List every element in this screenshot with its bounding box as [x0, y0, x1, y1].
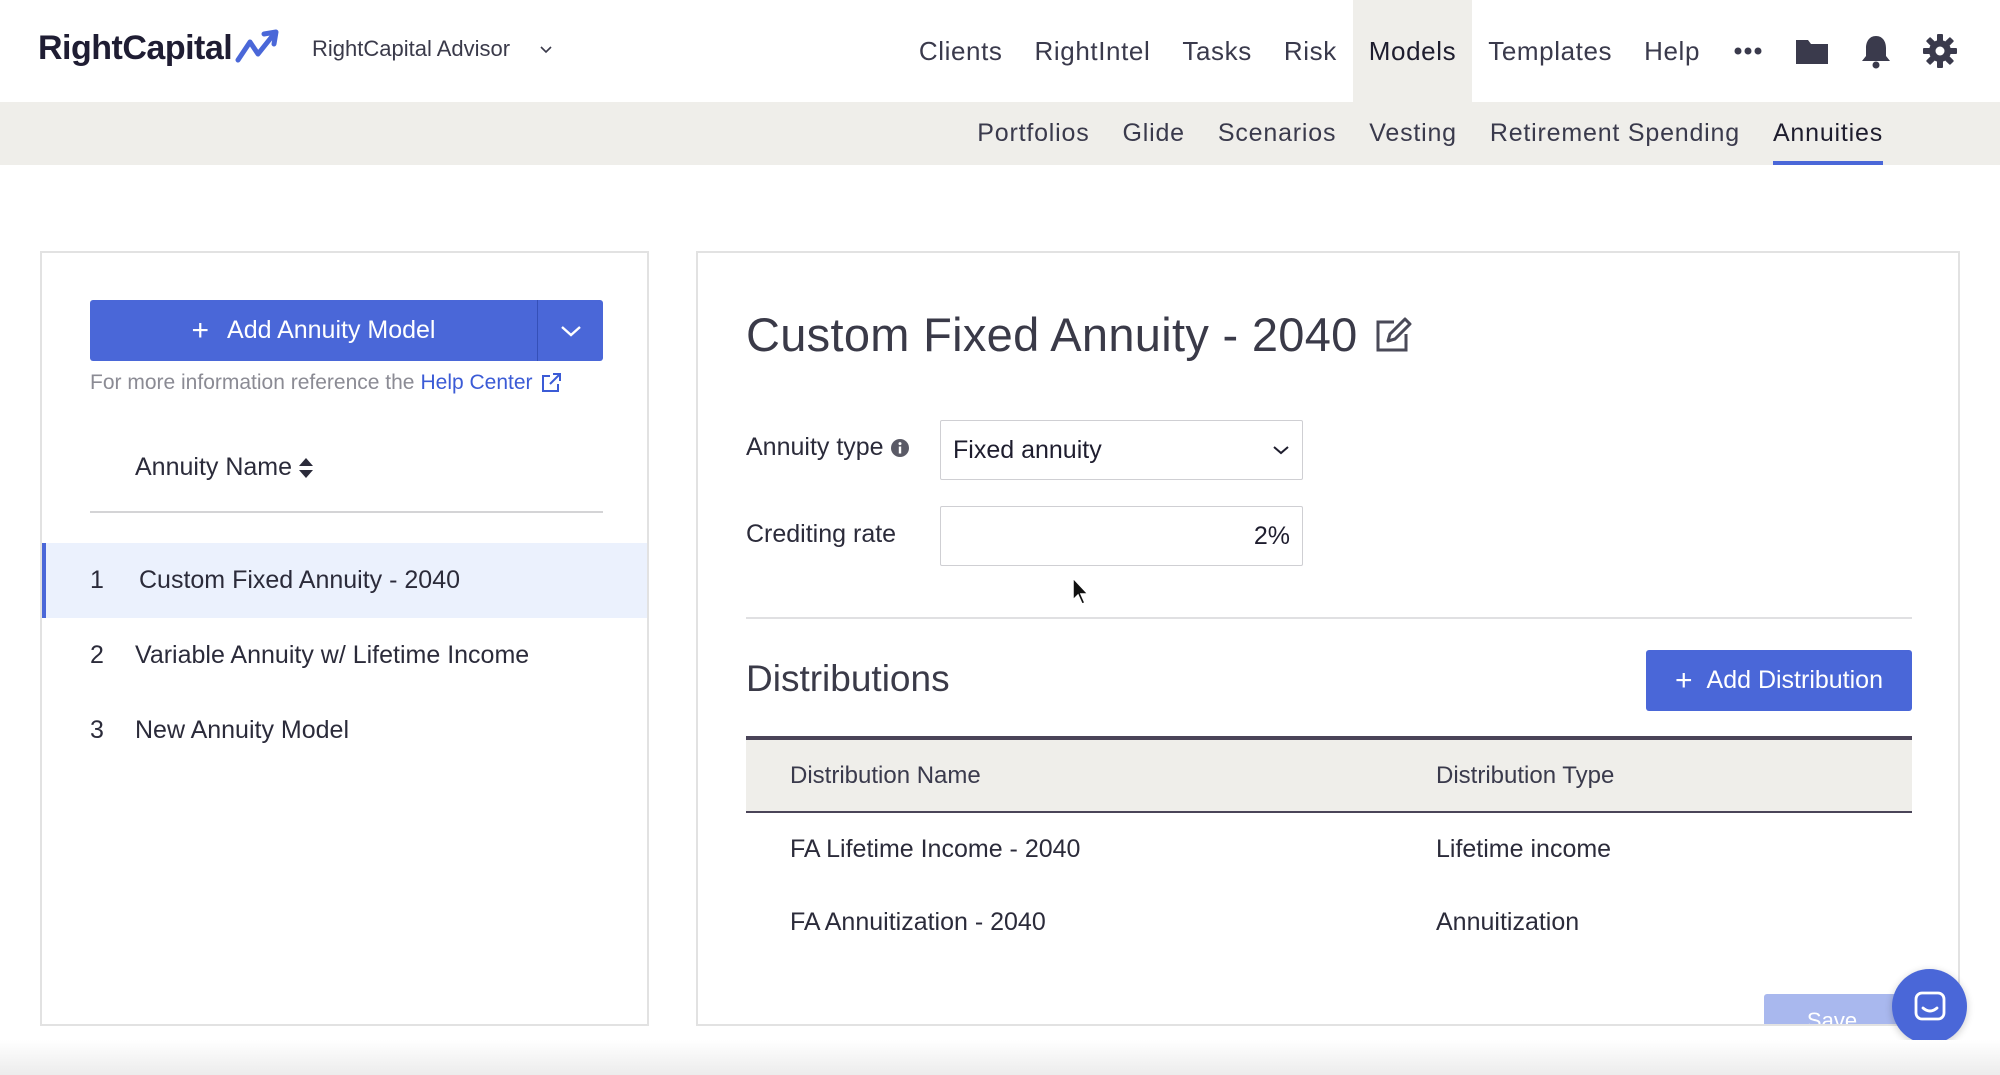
- bell-icon: [1862, 36, 1890, 69]
- distributions-table: Distribution Name Distribution Type FA L…: [746, 736, 1912, 959]
- chevron-down-icon: [560, 325, 581, 337]
- help-center-link[interactable]: Help Center: [420, 371, 532, 395]
- annuity-index: 1: [90, 566, 104, 594]
- nav-tasks[interactable]: Tasks: [1166, 0, 1267, 102]
- annuity-name: Custom Fixed Annuity - 2040: [139, 566, 460, 594]
- nav-risk[interactable]: Risk: [1268, 0, 1353, 102]
- plus-icon: +: [1674, 663, 1693, 697]
- subnav-glide[interactable]: Glide: [1123, 102, 1185, 165]
- folder-button[interactable]: [1780, 0, 1844, 102]
- logo-text: RightCapital: [38, 28, 233, 67]
- chat-icon: [1914, 991, 1945, 1020]
- annuity-list: 1 Custom Fixed Annuity - 2040 2 Variable…: [42, 543, 647, 768]
- gear-icon: [1923, 34, 1957, 68]
- distribution-type-header: Distribution Type: [1436, 761, 1615, 789]
- subnav-scenarios[interactable]: Scenarios: [1218, 102, 1336, 165]
- annuity-name-column-header[interactable]: Annuity Name: [135, 453, 314, 482]
- annuity-model-title: Custom Fixed Annuity - 2040: [746, 307, 1414, 362]
- annuity-list-item[interactable]: 2 Variable Annuity w/ Lifetime Income: [42, 618, 647, 693]
- annuity-type-select[interactable]: Fixed annuity: [940, 420, 1303, 480]
- crediting-rate-label-text: Crediting rate: [746, 520, 897, 548]
- external-link-icon[interactable]: [539, 371, 563, 395]
- sort-icon: [299, 457, 314, 478]
- advisor-label: RightCapital Advisor: [312, 36, 511, 61]
- header-divider: [90, 511, 603, 513]
- annuity-type-value: Fixed annuity: [953, 435, 1102, 464]
- models-subnav-bar: Portfolios Glide Scenarios Vesting Retir…: [0, 102, 2000, 165]
- nav-templates[interactable]: Templates: [1472, 0, 1628, 102]
- annuity-name-header-label: Annuity Name: [135, 453, 293, 481]
- subnav-retirement-spending[interactable]: Retirement Spending: [1490, 102, 1740, 165]
- save-button[interactable]: Save: [1764, 994, 1900, 1024]
- table-row[interactable]: FA Annuitization - 2040 Annuitization: [746, 886, 1912, 959]
- mouse-pointer-icon: [1072, 576, 1090, 605]
- more-icon: [1734, 47, 1762, 55]
- window-bottom-edge: [0, 1040, 2000, 1075]
- add-distribution-button[interactable]: + Add Distribution: [1646, 650, 1912, 711]
- nav-rightintel[interactable]: RightIntel: [1019, 0, 1167, 102]
- add-annuity-model-button-group: + Add Annuity Model: [90, 300, 603, 361]
- distribution-type-cell: Lifetime income: [1436, 835, 1612, 863]
- add-annuity-model-label: Add Annuity Model: [227, 316, 436, 344]
- help-prefix-text: For more information reference the: [90, 371, 415, 394]
- crediting-rate-label: Crediting rate: [746, 520, 896, 549]
- table-row[interactable]: FA Lifetime Income - 2040 Lifetime incom…: [746, 813, 1912, 886]
- folder-icon: [1796, 40, 1828, 64]
- section-divider: [746, 617, 1912, 619]
- add-distribution-label: Add Distribution: [1706, 666, 1883, 694]
- distributions-table-header: Distribution Name Distribution Type: [746, 736, 1912, 813]
- annuity-name: New Annuity Model: [135, 716, 350, 744]
- chevron-down-icon: [1273, 446, 1289, 455]
- annuity-detail-panel: Custom Fixed Annuity - 2040 Annuity type…: [696, 251, 1960, 1026]
- distribution-name-header: Distribution Name: [790, 761, 981, 789]
- nav-models[interactable]: Models: [1352, 0, 1473, 102]
- logo-arrow-icon: [235, 29, 279, 63]
- distribution-name-cell: FA Lifetime Income - 2040: [790, 835, 1081, 863]
- nav-clients[interactable]: Clients: [903, 0, 1019, 102]
- annuity-type-label-text: Annuity type: [746, 433, 884, 461]
- annuity-list-item[interactable]: 3 New Annuity Model: [42, 693, 647, 768]
- info-icon[interactable]: [890, 438, 910, 458]
- model-title-text: Custom Fixed Annuity - 2040: [746, 308, 1358, 361]
- annuity-index: 2: [90, 641, 104, 669]
- crediting-rate-input[interactable]: 2%: [940, 506, 1303, 566]
- advisor-switcher[interactable]: RightCapital Advisor: [312, 36, 554, 62]
- distribution-type-cell: Annuitization: [1436, 908, 1580, 936]
- annuity-models-panel: + Add Annuity Model For more information…: [40, 251, 649, 1026]
- annuity-index: 3: [90, 716, 104, 744]
- chat-launcher-button[interactable]: [1892, 969, 1967, 1044]
- chevron-down-icon: [540, 46, 552, 54]
- subnav-annuities[interactable]: Annuities: [1772, 102, 1884, 165]
- add-annuity-model-dropdown[interactable]: [537, 300, 603, 361]
- subnav-portfolios[interactable]: Portfolios: [977, 102, 1089, 165]
- subnav-vesting[interactable]: Vesting: [1369, 102, 1457, 165]
- annuity-name: Variable Annuity w/ Lifetime Income: [135, 641, 530, 669]
- main-nav: Clients RightIntel Tasks Risk Models Tem…: [903, 0, 2000, 102]
- rightcapital-logo[interactable]: RightCapital: [38, 26, 282, 70]
- add-annuity-model-button[interactable]: + Add Annuity Model: [90, 300, 537, 361]
- crediting-rate-value: 2%: [1253, 521, 1290, 550]
- help-center-note: For more information reference the Help …: [90, 371, 563, 395]
- annuity-list-item[interactable]: 1 Custom Fixed Annuity - 2040: [42, 543, 647, 618]
- models-subnav: Portfolios Glide Scenarios Vesting Retir…: [944, 102, 1884, 165]
- annuity-type-label: Annuity type: [746, 433, 910, 462]
- edit-icon[interactable]: [1372, 314, 1414, 356]
- notifications-button[interactable]: [1844, 0, 1908, 102]
- distribution-name-cell: FA Annuitization - 2040: [790, 908, 1046, 936]
- plus-icon: +: [191, 313, 210, 347]
- settings-button[interactable]: [1908, 0, 1972, 102]
- distributions-title: Distributions: [746, 658, 950, 699]
- top-navigation-bar: RightCapital RightCapital Advisor Client…: [0, 0, 2000, 102]
- more-button[interactable]: [1716, 0, 1780, 102]
- nav-help[interactable]: Help: [1628, 0, 1716, 102]
